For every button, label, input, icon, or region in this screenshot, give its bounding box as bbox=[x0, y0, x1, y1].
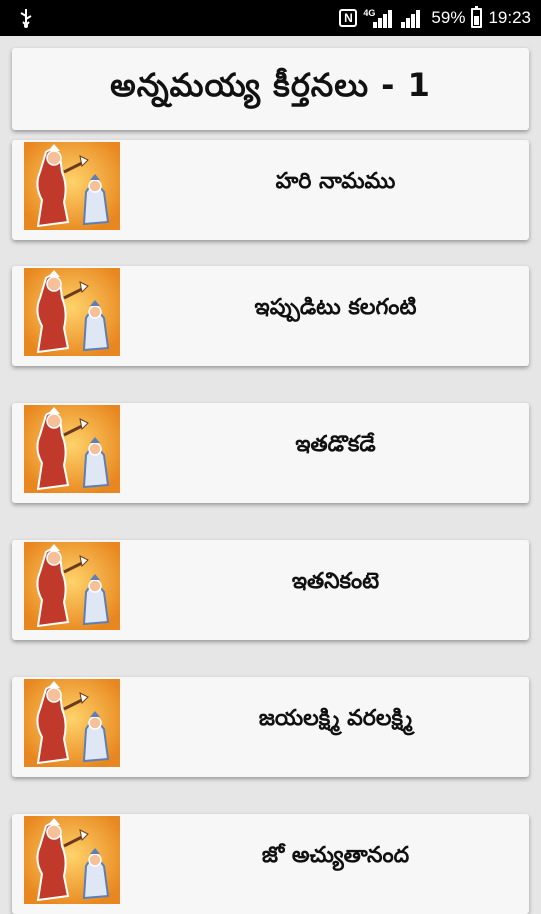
usb-icon bbox=[18, 8, 34, 33]
song-thumbnail bbox=[24, 142, 120, 230]
page-title: అన్నమయ్య కీర్తనలు - 1 bbox=[110, 66, 431, 104]
nfc-icon: N bbox=[339, 9, 358, 27]
song-thumbnail bbox=[24, 816, 120, 904]
network-type: 4G bbox=[363, 8, 376, 18]
song-title: ఇతడొకడే bbox=[295, 432, 376, 457]
clock: 19:23 bbox=[488, 8, 531, 27]
song-title: ఇతనికంటె bbox=[291, 569, 380, 594]
song-list-item[interactable]: ఇప్పుడిటు కలగంటి bbox=[12, 266, 529, 366]
signal-4g-icon: 4G bbox=[363, 8, 395, 28]
song-thumbnail bbox=[24, 542, 120, 630]
song-list-item[interactable]: ఇతడొకడే bbox=[12, 403, 529, 503]
song-title: జయలక్ష్మి వరలక్ష్మి bbox=[258, 706, 413, 731]
song-list-item[interactable]: జయలక్ష్మి వరలక్ష్మి bbox=[12, 677, 529, 777]
song-title: జో అచ్యుతానంద bbox=[261, 843, 410, 868]
song-title: ఇప్పుడిటు కలగంటి bbox=[254, 295, 417, 320]
battery-icon bbox=[471, 6, 483, 28]
song-list-item[interactable]: జో అచ్యుతానంద bbox=[12, 814, 529, 914]
header-card: అన్నమయ్య కీర్తనలు - 1 bbox=[12, 48, 529, 130]
song-title: హరి నామము bbox=[275, 169, 396, 194]
battery-percent: 59% bbox=[431, 8, 466, 27]
song-thumbnail bbox=[24, 405, 120, 493]
signal-icon bbox=[401, 8, 425, 28]
song-list-item[interactable]: హరి నామము bbox=[12, 140, 529, 240]
song-thumbnail bbox=[24, 679, 120, 767]
status-bar: N 4G 59% 19:23 bbox=[0, 0, 541, 36]
song-list-item[interactable]: ఇతనికంటె bbox=[12, 540, 529, 640]
song-thumbnail bbox=[24, 268, 120, 356]
